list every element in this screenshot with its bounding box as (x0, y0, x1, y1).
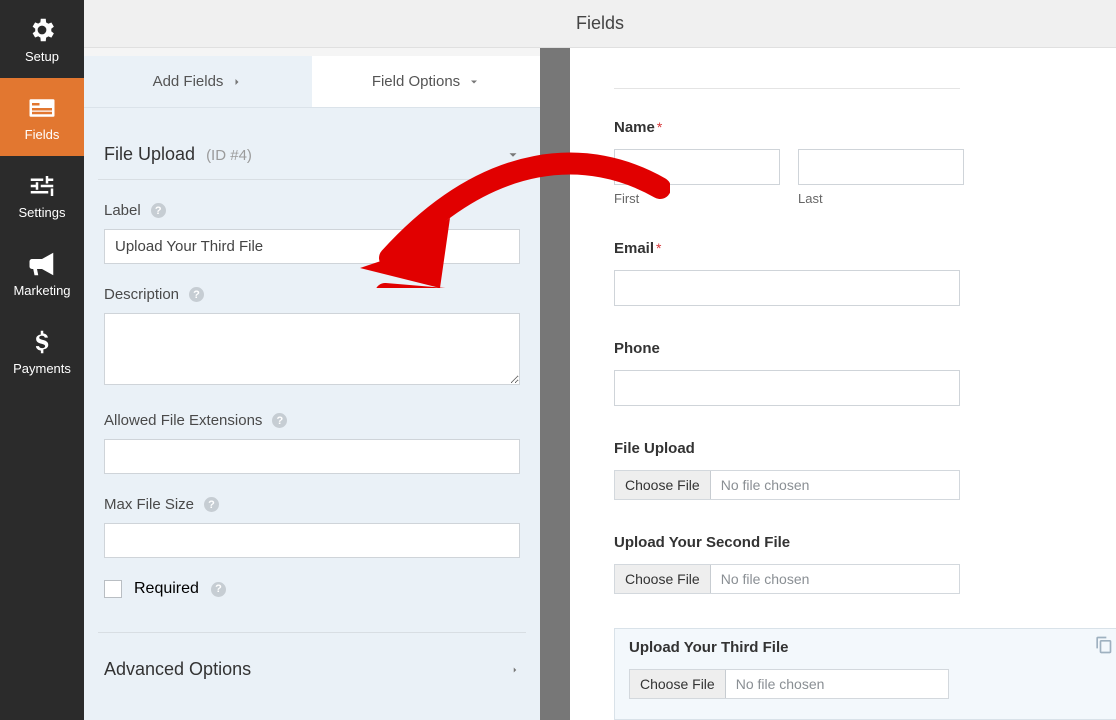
bullhorn-icon (27, 249, 57, 279)
required-label: Required (134, 580, 199, 598)
description-input[interactable] (104, 313, 520, 385)
first-name-input[interactable] (614, 149, 780, 185)
allowed-extensions-input[interactable] (104, 439, 520, 474)
description-label: Description (104, 286, 179, 303)
file-upload-2-label: Upload Your Second File (614, 534, 790, 551)
sidebar-item-label: Marketing (13, 283, 70, 298)
panel-divider (540, 48, 570, 720)
tab-field-options[interactable]: Field Options (312, 56, 540, 107)
preview-name-field: Name* First Last (614, 119, 1116, 206)
tab-add-fields[interactable]: Add Fields (84, 56, 312, 107)
max-file-size-input[interactable] (104, 523, 520, 558)
editor-panel: Add Fields Field Options File Upload (ID… (84, 48, 540, 720)
form-preview: Name* First Last Email* Phone File Uploa… (570, 48, 1116, 720)
sidebar-item-marketing[interactable]: Marketing (0, 234, 84, 312)
last-name-input[interactable] (798, 149, 964, 185)
duplicate-icon[interactable] (1093, 635, 1113, 655)
help-icon[interactable]: ? (272, 413, 287, 428)
preview-file-upload-2: Upload Your Second File Choose File No f… (614, 534, 1116, 594)
sidebar-item-fields[interactable]: Fields (0, 78, 84, 156)
preview-file-upload-3-selected[interactable]: Upload Your Third File Choose File No fi… (614, 628, 1116, 720)
sidebar-item-label: Settings (19, 205, 66, 220)
chevron-right-icon (510, 663, 520, 677)
preview-divider (614, 88, 960, 89)
email-label: Email (614, 240, 654, 257)
preview-file-upload-1: File Upload Choose File No file chosen (614, 440, 1116, 500)
dollar-icon (27, 327, 57, 357)
sidebar-item-settings[interactable]: Settings (0, 156, 84, 234)
choose-file-button[interactable]: Choose File (630, 670, 726, 698)
file-upload-1-label: File Upload (614, 440, 695, 457)
file-upload-header[interactable]: File Upload (ID #4) (98, 122, 526, 180)
phone-input[interactable] (614, 370, 960, 406)
preview-email-field: Email* (614, 240, 1116, 306)
sidebar-item-label: Fields (25, 127, 60, 142)
field-id-label: (ID #4) (206, 147, 252, 164)
editor-tabs: Add Fields Field Options (84, 56, 540, 108)
chevron-down-icon (468, 76, 480, 88)
tab-label: Field Options (372, 73, 460, 90)
gear-icon (27, 15, 57, 45)
no-file-text: No file chosen (711, 571, 810, 587)
help-icon[interactable]: ? (211, 582, 226, 597)
required-asterisk: * (657, 119, 662, 135)
no-file-text: No file chosen (711, 477, 810, 493)
main-sidebar: Setup Fields Settings Marketing Payments (0, 0, 84, 720)
last-name-sublabel: Last (798, 191, 964, 206)
choose-file-button[interactable]: Choose File (615, 471, 711, 499)
sidebar-item-payments[interactable]: Payments (0, 312, 84, 390)
label-label: Label (104, 202, 141, 219)
allowed-extensions-label: Allowed File Extensions (104, 412, 262, 429)
label-input[interactable] (104, 229, 520, 264)
page-title: Fields (576, 13, 624, 34)
phone-label: Phone (614, 340, 660, 357)
required-checkbox[interactable] (104, 580, 122, 598)
file-upload-3-label: Upload Your Third File (629, 639, 788, 656)
tab-label: Add Fields (153, 73, 224, 90)
email-input[interactable] (614, 270, 960, 306)
sidebar-item-label: Setup (25, 49, 59, 64)
name-label: Name (614, 119, 655, 136)
max-file-size-label: Max File Size (104, 496, 194, 513)
sliders-icon (27, 171, 57, 201)
no-file-text: No file chosen (726, 676, 825, 692)
fields-icon (27, 93, 57, 123)
chevron-right-icon (231, 76, 243, 88)
page-header: Fields (84, 0, 1116, 48)
chevron-down-icon (506, 148, 520, 162)
sidebar-item-setup[interactable]: Setup (0, 0, 84, 78)
help-icon[interactable]: ? (151, 203, 166, 218)
preview-phone-field: Phone (614, 340, 1116, 406)
help-icon[interactable]: ? (189, 287, 204, 302)
field-type-title: File Upload (104, 144, 195, 164)
help-icon[interactable]: ? (204, 497, 219, 512)
field-options-panel[interactable]: File Upload (ID #4) Label ? Description … (84, 108, 540, 720)
choose-file-button[interactable]: Choose File (615, 565, 711, 593)
first-name-sublabel: First (614, 191, 780, 206)
sidebar-item-label: Payments (13, 361, 71, 376)
advanced-options-header[interactable]: Advanced Options (98, 632, 526, 706)
required-asterisk: * (656, 240, 661, 256)
advanced-options-title: Advanced Options (104, 659, 251, 680)
